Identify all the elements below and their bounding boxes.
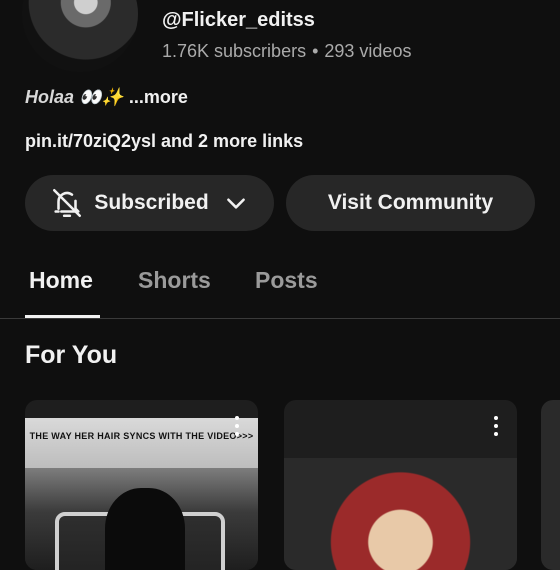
subscriber-count: 1.76K subscribers bbox=[162, 41, 307, 61]
bell-off-icon bbox=[53, 188, 82, 218]
description-text: Holaa 👀✨ bbox=[25, 87, 124, 107]
more-link[interactable]: ...more bbox=[124, 87, 188, 107]
thumbnail-image bbox=[284, 458, 517, 570]
channel-description[interactable]: Holaa 👀✨ ...more bbox=[25, 87, 188, 108]
channel-handle: @Flicker_editss bbox=[162, 9, 315, 31]
thumbnail-figure bbox=[105, 488, 185, 570]
channel-avatar[interactable] bbox=[22, 0, 138, 72]
channel-links[interactable]: pin.it/70ziQ2ysl and 2 more links bbox=[25, 131, 303, 152]
stats-separator: • bbox=[312, 41, 319, 61]
active-tab-indicator bbox=[25, 315, 100, 318]
channel-tabs: Home Shorts Posts bbox=[0, 262, 560, 319]
more-vert-icon[interactable] bbox=[234, 416, 240, 438]
subscribed-button[interactable]: Subscribed bbox=[25, 175, 274, 231]
subscribed-label: Subscribed bbox=[94, 191, 209, 214]
channel-stats: 1.76K subscribers • 293 videos bbox=[162, 41, 411, 62]
video-count: 293 videos bbox=[324, 41, 412, 61]
tab-shorts[interactable]: Shorts bbox=[138, 267, 211, 294]
thumbnail-caption: THE WAY HER HAIR SYNCS WITH THE VIDEO>>> bbox=[25, 418, 258, 468]
chevron-down-icon bbox=[226, 198, 245, 209]
more-vert-icon[interactable] bbox=[493, 416, 499, 438]
video-card-partial[interactable] bbox=[541, 400, 560, 570]
visit-community-label: Visit Community bbox=[327, 191, 494, 214]
tab-posts[interactable]: Posts bbox=[255, 267, 318, 294]
video-card[interactable] bbox=[284, 400, 517, 570]
section-title: For You bbox=[25, 341, 118, 369]
visit-community-button[interactable]: Visit Community bbox=[286, 175, 535, 231]
tab-home[interactable]: Home bbox=[29, 267, 93, 294]
video-card[interactable]: THE WAY HER HAIR SYNCS WITH THE VIDEO>>> bbox=[25, 400, 258, 570]
